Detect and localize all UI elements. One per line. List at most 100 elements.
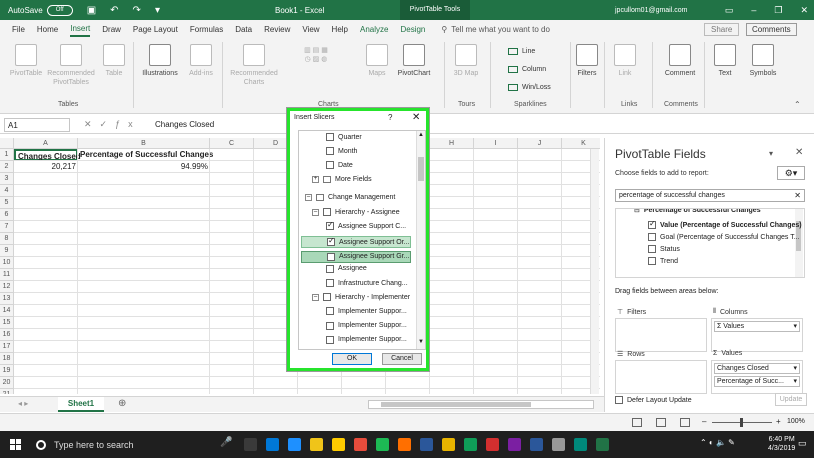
slicer-checkbox[interactable] bbox=[326, 279, 334, 287]
app-icon[interactable] bbox=[574, 438, 587, 451]
chart-types-group[interactable]: ▥ ▤ ▦ ◷ ▨ ◍ bbox=[286, 46, 346, 86]
columns-drop-area[interactable]: Σ Values ▾ bbox=[711, 318, 803, 352]
clear-search-icon[interactable]: ✕ bbox=[794, 191, 801, 200]
row-header[interactable]: 9 bbox=[0, 245, 14, 257]
column-header[interactable]: K bbox=[562, 138, 600, 149]
column-header[interactable]: I bbox=[474, 138, 518, 149]
name-box[interactable]: A1 bbox=[4, 118, 70, 132]
store-icon[interactable] bbox=[354, 438, 367, 451]
chip-dropdown-icon[interactable]: ▾ bbox=[793, 322, 797, 331]
save-icon[interactable]: ▣ bbox=[87, 5, 96, 16]
autosave[interactable]: AutoSave Off bbox=[8, 4, 73, 16]
windows-start-icon[interactable] bbox=[10, 439, 21, 450]
field-checkbox[interactable] bbox=[648, 219, 656, 229]
slicer-field-item[interactable]: Month bbox=[326, 147, 357, 156]
collapse-icon[interactable]: – bbox=[305, 193, 312, 201]
update-button[interactable]: Update bbox=[775, 393, 807, 406]
formula-buttons-icon[interactable]: ✕✓ƒx bbox=[84, 119, 141, 130]
select-all-corner[interactable] bbox=[0, 138, 14, 149]
field-checkbox[interactable] bbox=[648, 257, 656, 265]
slicer-field-item[interactable]: Assignee Support C... bbox=[326, 220, 406, 231]
redo-icon[interactable]: ↷ bbox=[133, 5, 141, 16]
scroll-down-icon[interactable]: ▼ bbox=[418, 339, 424, 345]
sparkline-winloss-button[interactable]: Win/Loss bbox=[508, 84, 551, 91]
slicer-field-item[interactable]: Infrastructure Chang... bbox=[326, 279, 408, 287]
word-icon[interactable] bbox=[420, 438, 433, 451]
taskbar-clock[interactable]: 6:40 PM 4/3/2019 bbox=[768, 435, 795, 453]
maximize-icon[interactable]: ❐ bbox=[774, 5, 782, 16]
collapse-ribbon-icon[interactable]: ⌃ bbox=[794, 100, 801, 109]
column-header[interactable]: H bbox=[430, 138, 474, 149]
mail-icon[interactable] bbox=[288, 438, 301, 451]
microphone-icon[interactable]: 🎤 bbox=[220, 437, 232, 448]
tab-analyze[interactable]: Analyze bbox=[360, 23, 388, 36]
zoom-in-icon[interactable]: + bbox=[776, 417, 781, 426]
slicer-checkbox[interactable] bbox=[326, 147, 334, 156]
zoom-level[interactable]: 100% bbox=[787, 418, 805, 425]
taskbar-search[interactable]: Type here to search bbox=[32, 434, 232, 455]
columns-values-chip[interactable]: Σ Values ▾ bbox=[714, 321, 800, 332]
undo-icon[interactable]: ↶ bbox=[110, 5, 118, 16]
close-icon[interactable]: ✕ bbox=[800, 5, 808, 16]
system-tray-icons[interactable]: ⌃ ◐ 🔈 ✎ bbox=[700, 438, 735, 447]
row-header[interactable]: 17 bbox=[0, 341, 14, 353]
slicer-field-item[interactable]: Implementer Suppor... bbox=[326, 321, 407, 330]
scroll-up-icon[interactable]: ▲ bbox=[418, 132, 424, 138]
tab-file[interactable]: File bbox=[12, 23, 25, 36]
slicer-checkbox[interactable] bbox=[326, 321, 334, 330]
slicer-field-item[interactable]: Date bbox=[326, 161, 353, 170]
values-chip-changes-closed[interactable]: Changes Closed ▾ bbox=[714, 363, 800, 374]
pivot-field-item[interactable]: Goal (Percentage of Successful Changes T… bbox=[648, 233, 800, 241]
paint-icon[interactable] bbox=[398, 438, 411, 451]
formula-input[interactable]: Changes Closed bbox=[155, 120, 214, 129]
vertical-scrollbar[interactable] bbox=[590, 149, 599, 394]
hierarchy-checkbox[interactable] bbox=[323, 293, 331, 302]
horizontal-scrollbar[interactable] bbox=[368, 400, 594, 409]
comments-button[interactable]: Comments bbox=[746, 23, 797, 36]
column-header[interactable]: B bbox=[78, 138, 210, 149]
edge-icon[interactable] bbox=[266, 438, 279, 451]
row-header[interactable]: 2 bbox=[0, 161, 14, 173]
row-header[interactable]: 14 bbox=[0, 305, 14, 317]
notifications-icon[interactable]: ▭ bbox=[798, 438, 807, 449]
maps-button[interactable]: Maps bbox=[364, 44, 390, 78]
dialog-close-icon[interactable]: ✕ bbox=[412, 112, 420, 123]
page-break-view-icon[interactable] bbox=[680, 418, 690, 427]
chrome-icon[interactable] bbox=[332, 438, 345, 451]
help-icon[interactable]: ? bbox=[388, 113, 392, 122]
dialog-scroll-thumb[interactable] bbox=[418, 157, 424, 181]
sheet-tab[interactable]: Sheet1 bbox=[58, 397, 104, 412]
tab-data[interactable]: Data bbox=[235, 23, 252, 36]
column-header[interactable]: J bbox=[518, 138, 562, 149]
slicer-checkbox[interactable] bbox=[326, 220, 334, 231]
symbols-button[interactable]: Symbols bbox=[746, 44, 780, 78]
row-header[interactable]: 10 bbox=[0, 257, 14, 269]
file-explorer-icon[interactable] bbox=[310, 438, 323, 451]
normal-view-icon[interactable] bbox=[632, 418, 642, 427]
comment-button[interactable]: Comment bbox=[660, 44, 700, 78]
slicer-field-item[interactable]: – Change Management bbox=[305, 193, 395, 201]
word-icon[interactable] bbox=[530, 438, 543, 451]
recommended-pivottables-button[interactable]: Recommended PivotTables bbox=[46, 44, 96, 87]
scrollbar-thumb[interactable] bbox=[381, 402, 531, 407]
slicer-field-item[interactable]: Assignee Support Gr... bbox=[301, 250, 411, 263]
ribbon-display-icon[interactable]: ▭ bbox=[725, 5, 734, 16]
row-header[interactable]: 13 bbox=[0, 293, 14, 305]
slicer-checkbox[interactable] bbox=[326, 307, 334, 316]
values-drop-area[interactable]: Changes Closed ▾ Percentage of Succ... ▾ bbox=[711, 360, 803, 394]
pivot-field-item[interactable]: ⊟ Percentage of Successful Changes bbox=[634, 209, 761, 214]
sparkline-column-button[interactable]: Column bbox=[508, 66, 546, 73]
row-header[interactable]: 7 bbox=[0, 221, 14, 233]
photos-icon[interactable] bbox=[464, 438, 477, 451]
pivot-field-item[interactable]: Trend bbox=[648, 257, 678, 265]
row-header[interactable]: 12 bbox=[0, 281, 14, 293]
tab-insert[interactable]: Insert bbox=[70, 22, 91, 37]
filters-drop-area[interactable] bbox=[615, 318, 707, 352]
table-button[interactable]: Table bbox=[100, 44, 128, 78]
slicer-checkbox[interactable] bbox=[326, 161, 334, 170]
pane-menu-icon[interactable]: ▾ bbox=[769, 149, 773, 158]
tab-formulas[interactable]: Formulas bbox=[190, 23, 223, 36]
addins-button[interactable]: Add-ins bbox=[186, 44, 216, 78]
slicer-checkbox[interactable] bbox=[326, 335, 334, 344]
text-button[interactable]: Text bbox=[712, 44, 738, 78]
